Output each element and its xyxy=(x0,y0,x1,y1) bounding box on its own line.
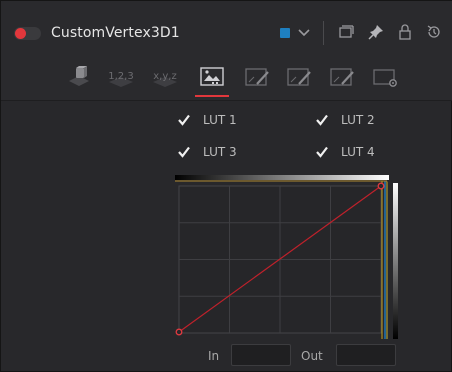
checkmark-icon xyxy=(316,146,328,158)
output-gradient-bar xyxy=(393,183,398,339)
node-enable-toggle[interactable] xyxy=(14,27,41,40)
node-color-swatch[interactable] xyxy=(280,28,290,38)
toggle-indicator xyxy=(15,28,26,39)
lut-1-checkbox[interactable]: LUT 1 xyxy=(177,111,267,131)
tab-lut-2[interactable] xyxy=(284,63,316,91)
lock-icon[interactable] xyxy=(396,23,414,41)
tab-controls[interactable] xyxy=(63,63,95,91)
node-header: CustomVertex3D1 xyxy=(1,1,452,57)
in-label: In xyxy=(208,349,220,363)
tab-lut-1[interactable] xyxy=(242,63,274,91)
chevron-down-icon[interactable] xyxy=(294,22,314,42)
cube-icon xyxy=(69,66,89,86)
in-field[interactable] xyxy=(231,344,291,366)
lut-3-label: LUT 3 xyxy=(203,145,237,159)
tab-numbers-label: 1,2,3 xyxy=(108,71,134,82)
inspector-panel: CustomVertex3D1 1,2,3 x,y,z LUT 1 LUT 2 … xyxy=(0,0,452,372)
out-field[interactable] xyxy=(336,344,396,366)
curve-point-start[interactable] xyxy=(175,328,183,336)
lut-edit-icon xyxy=(330,68,354,86)
checkmark-icon xyxy=(178,146,190,158)
tab-lut-3[interactable] xyxy=(327,63,359,91)
node-title: CustomVertex3D1 xyxy=(51,25,180,41)
tab-image[interactable] xyxy=(196,63,228,91)
active-tab-indicator xyxy=(195,95,229,97)
lut-2-label: LUT 2 xyxy=(341,113,375,127)
lut-4-label: LUT 4 xyxy=(341,145,375,159)
curve-point-end[interactable] xyxy=(377,182,385,190)
inspector-tabs: 1,2,3 x,y,z xyxy=(1,57,452,101)
lut-4-checkbox[interactable]: LUT 4 xyxy=(315,143,405,163)
tab-numbers[interactable]: 1,2,3 xyxy=(105,63,137,91)
lut-edit-icon xyxy=(245,68,269,86)
lut-3-checkbox[interactable]: LUT 3 xyxy=(177,143,267,163)
lut-2-checkbox[interactable]: LUT 2 xyxy=(315,111,405,131)
out-label: Out xyxy=(301,349,323,363)
tab-settings[interactable] xyxy=(370,63,402,91)
header-divider xyxy=(323,21,324,45)
checkmark-icon xyxy=(178,114,190,126)
input-gradient-bar xyxy=(175,175,389,180)
tab-position[interactable]: x,y,z xyxy=(149,63,181,91)
pin-icon[interactable] xyxy=(367,23,385,41)
window-icon[interactable] xyxy=(337,23,355,41)
reset-icon[interactable] xyxy=(425,23,443,41)
checkmark-icon xyxy=(316,114,328,126)
lut-1-label: LUT 1 xyxy=(203,113,237,127)
tab-position-label: x,y,z xyxy=(153,71,177,82)
image-icon xyxy=(200,67,224,86)
lut-edit-icon xyxy=(287,68,311,86)
settings-icon xyxy=(373,69,397,87)
lut-curve-editor[interactable] xyxy=(173,175,399,341)
